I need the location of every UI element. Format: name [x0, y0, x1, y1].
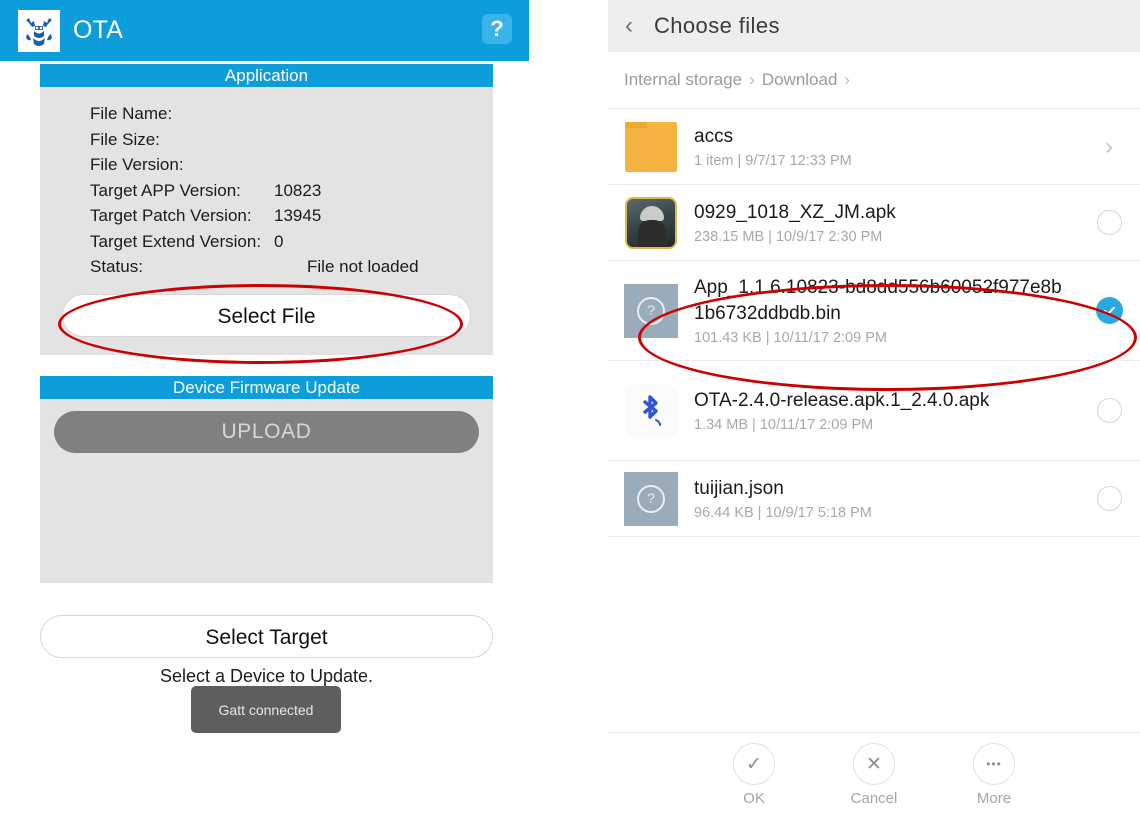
file-select-radio[interactable]	[1096, 210, 1122, 235]
list-item-text: App_1.1.6.10823-bd8dd556b60052f977e8b1b6…	[694, 275, 1078, 346]
breadcrumb-separator-icon: ›	[844, 70, 851, 89]
info-row-target-patch-version: Target Patch Version: 13945	[40, 203, 493, 229]
status-value: File not loaded	[307, 257, 419, 276]
list-item-text: accs 1 item | 9/7/17 12:33 PM	[694, 124, 1078, 169]
select-file-button[interactable]: Select File	[62, 293, 471, 337]
info-row-status: Status: File not loaded	[40, 254, 493, 280]
app-bar: OTA ?	[0, 0, 529, 61]
file-meta: 1.34 MB | 10/11/17 2:09 PM	[694, 417, 874, 433]
file-chooser-action-bar: ✓ OK ✕ Cancel ••• More	[608, 732, 1140, 817]
list-item-trailing[interactable]	[1078, 297, 1140, 324]
ok-button-label: OK	[743, 790, 765, 807]
help-question-icon: ?	[482, 14, 512, 44]
file-name: tuijian.json	[694, 478, 784, 499]
file-name: OTA-2.4.0-release.apk.1_2.4.0.apk	[694, 390, 990, 411]
info-label: File Size:	[90, 129, 160, 149]
more-button[interactable]: ••• More	[953, 743, 1035, 807]
folder-icon	[624, 120, 678, 174]
file-name: App_1.1.6.10823-bd8dd556b60052f977e8b1b6…	[694, 277, 1062, 324]
list-item-text: OTA-2.4.0-release.apk.1_2.4.0.apk 1.34 M…	[694, 388, 1078, 433]
select-file-container: Select File	[40, 280, 493, 355]
unknown-file-icon: ?	[624, 471, 678, 526]
file-chooser-toolbar: ‹ Choose files	[608, 0, 1140, 52]
file-select-radio[interactable]	[1096, 398, 1122, 423]
toast-message: Gatt connected	[191, 686, 341, 733]
list-item[interactable]: ? App_1.1.6.10823-bd8dd556b60052f977e8b1…	[608, 260, 1140, 360]
application-info-list: File Name: File Size: File Version: Targ…	[40, 87, 493, 280]
info-label: Target Patch Version:	[90, 206, 252, 225]
info-value: 0	[274, 231, 284, 251]
file-meta: 1 item | 9/7/17 12:33 PM	[694, 153, 852, 169]
list-item-trailing[interactable]	[1078, 398, 1140, 423]
info-value: 13945	[274, 206, 322, 225]
close-icon: ✕	[853, 743, 895, 785]
file-chooser-title: Choose files	[654, 13, 780, 38]
ok-button[interactable]: ✓ OK	[713, 743, 795, 807]
file-chooser-panel: ‹ Choose files Internal storage › Downlo…	[608, 0, 1140, 817]
breadcrumb: Internal storage › Download ›	[608, 52, 1140, 108]
file-name: accs	[694, 126, 734, 147]
upload-button[interactable]: UPLOAD	[54, 411, 479, 453]
breadcrumb-item-download[interactable]: Download	[762, 70, 838, 90]
bluetooth-apk-icon	[624, 384, 678, 438]
breadcrumb-item-internal-storage[interactable]: Internal storage	[624, 70, 742, 90]
list-item[interactable]: OTA-2.4.0-release.apk.1_2.4.0.apk 1.34 M…	[608, 360, 1140, 460]
list-bottom-divider	[608, 536, 1140, 537]
unknown-file-icon: ?	[624, 283, 678, 338]
file-name: 0929_1018_XZ_JM.apk	[694, 202, 896, 223]
info-label: Status:	[90, 257, 143, 276]
select-target-button[interactable]: Select Target	[40, 615, 493, 658]
info-label: File Name:	[90, 104, 173, 123]
file-select-radio[interactable]	[1096, 486, 1122, 511]
check-icon: ✓	[733, 743, 775, 785]
file-list: accs 1 item | 9/7/17 12:33 PM › 0929_101…	[608, 108, 1140, 537]
ota-app-panel: OTA ? Application File Name: File Size: …	[0, 0, 529, 817]
info-row-target-extend-version: Target Extend Version: 0	[40, 229, 493, 255]
info-row-target-app-version: Target APP Version: 10823	[40, 178, 493, 204]
more-dots-icon: •••	[973, 743, 1015, 785]
application-card-header: Application	[40, 64, 493, 87]
more-button-label: More	[976, 790, 1012, 807]
list-item[interactable]: accs 1 item | 9/7/17 12:33 PM ›	[608, 108, 1140, 184]
info-row-file-version: File Version:	[40, 152, 493, 178]
breadcrumb-separator-icon: ›	[749, 70, 755, 89]
info-label: Target Extend Version:	[90, 231, 262, 251]
info-label: Target APP Version:	[90, 180, 241, 200]
select-target-container: Select Target Select a Device to Update.	[40, 615, 493, 687]
info-value: 10823	[274, 180, 322, 200]
select-target-hint: Select a Device to Update.	[159, 666, 374, 686]
list-item-text: tuijian.json 96.44 KB | 10/9/17 5:18 PM	[694, 476, 1078, 521]
firmware-card-header: Device Firmware Update	[40, 376, 493, 399]
list-item-trailing[interactable]	[1078, 210, 1140, 235]
cancel-button-label: Cancel	[850, 790, 898, 807]
ota-antler-logo-icon	[18, 9, 60, 52]
info-row-file-size: File Size:	[40, 127, 493, 153]
list-item-text: 0929_1018_XZ_JM.apk 238.15 MB | 10/9/17 …	[694, 200, 1078, 245]
chevron-left-icon[interactable]: ‹	[608, 12, 650, 40]
list-item-trailing[interactable]: ›	[1078, 132, 1140, 160]
application-card: Application File Name: File Size: File V…	[40, 64, 493, 355]
file-meta: 96.44 KB | 10/9/17 5:18 PM	[694, 505, 872, 521]
apk-game-thumbnail-icon	[624, 196, 678, 250]
list-item-trailing[interactable]	[1078, 486, 1140, 511]
info-label: File Version:	[90, 155, 184, 174]
help-button[interactable]: ?	[479, 11, 515, 47]
file-meta: 238.15 MB | 10/9/17 2:30 PM	[694, 229, 883, 245]
file-select-radio-checked[interactable]	[1095, 297, 1123, 324]
chevron-right-icon: ›	[1105, 132, 1113, 160]
list-item[interactable]: 0929_1018_XZ_JM.apk 238.15 MB | 10/9/17 …	[608, 184, 1140, 260]
cancel-button[interactable]: ✕ Cancel	[833, 743, 915, 807]
list-item[interactable]: ? tuijian.json 96.44 KB | 10/9/17 5:18 P…	[608, 460, 1140, 536]
file-meta: 101.43 KB | 10/11/17 2:09 PM	[694, 330, 887, 346]
info-row-file-name: File Name:	[40, 101, 493, 127]
app-title: OTA	[73, 16, 124, 44]
device-firmware-update-card: Device Firmware Update UPLOAD	[40, 376, 493, 583]
